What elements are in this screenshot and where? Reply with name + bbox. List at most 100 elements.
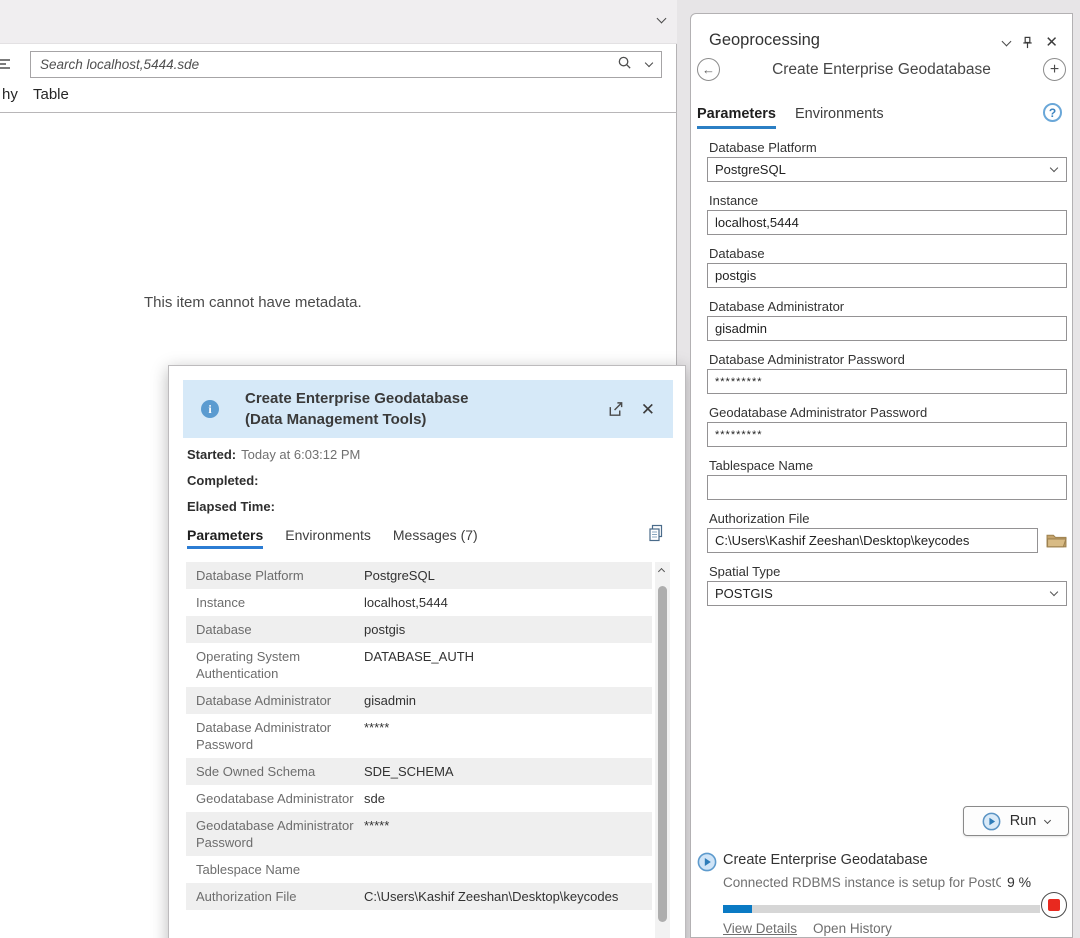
search-input[interactable]: Search localhost,5444.sde [30,51,662,78]
tool-parameters-form: Database Platform PostgreSQL Instance Da… [707,140,1067,617]
started-row: Started: Today at 6:03:12 PM [187,447,360,462]
param-value: localhost,5444 [364,594,448,611]
add-tool-button[interactable]: + [1043,58,1066,81]
progress-fill [723,905,752,913]
completed-row: Completed: [187,473,264,488]
dialog-header: i Create Enterprise Geodatabase (Data Ma… [183,380,673,438]
field-label: Database Platform [709,140,1067,155]
param-row: Geodatabase Administratorsde [186,785,652,812]
back-button[interactable]: ← [697,58,720,81]
param-label: Sde Owned Schema [196,763,364,780]
tab-table[interactable]: Table [33,86,69,103]
copy-icon[interactable] [647,524,665,547]
tab-parameters[interactable]: Parameters [697,106,776,129]
status-message: Connected RDBMS instance is setup for Po… [723,875,1001,890]
search-placeholder: Search localhost,5444.sde [40,57,617,72]
started-value: Today at 6:03:12 PM [241,447,360,462]
database-administrator-password-input[interactable] [707,369,1067,394]
scrollbar[interactable] [655,562,670,938]
authorization-file-input[interactable] [707,528,1038,553]
param-row: Operating System AuthenticationDATABASE_… [186,643,652,687]
app-window: Search localhost,5444.sde hy Table This … [0,0,1080,938]
param-value: ***** [364,719,389,736]
param-value: postgis [364,621,405,638]
param-value: DATABASE_AUTH [364,648,474,665]
search-icon[interactable] [617,55,632,75]
divider [0,112,677,113]
open-history-link[interactable]: Open History [813,921,892,936]
elapsed-label: Elapsed Time: [187,499,275,514]
param-value: PostgreSQL [364,567,435,584]
help-button[interactable]: ? [1043,103,1062,122]
param-row: Database PlatformPostgreSQL [186,562,652,589]
tab-geography-partial[interactable]: hy [2,86,18,103]
stop-button[interactable] [1041,892,1067,918]
param-label: Operating System Authentication [196,648,364,682]
field-label: Database Administrator Password [709,352,1067,367]
field-label: Database [709,246,1067,261]
back-arrow-icon: ← [702,62,715,77]
folder-browse-icon[interactable] [1046,532,1067,549]
param-value: sde [364,790,385,807]
close-icon[interactable]: ✕ [1045,35,1058,50]
param-row: Instancelocalhost,5444 [186,589,652,616]
param-label: Instance [196,594,364,611]
selected-value: POSTGIS [715,586,773,601]
param-label: Database Administrator Password [196,719,364,753]
spatial-type-select[interactable]: POSTGIS [707,581,1067,606]
selected-value: PostgreSQL [715,162,786,177]
status-play-icon [697,852,717,872]
run-button[interactable]: Run [963,806,1069,836]
param-row: Sde Owned SchemaSDE_SCHEMA [186,758,652,785]
run-label: Run [1010,813,1037,829]
tab-environments[interactable]: Environments [795,106,884,129]
scrollbar-thumb[interactable] [658,586,667,922]
parameters-table: Database PlatformPostgreSQL Instanceloca… [186,562,652,910]
started-label: Started: [187,447,236,462]
tab-messages[interactable]: Messages (7) [393,527,478,549]
tool-progress-dialog: i Create Enterprise Geodatabase (Data Ma… [168,365,686,938]
progress-bar [723,905,1040,913]
list-icon[interactable] [0,56,13,72]
param-value: SDE_SCHEMA [364,763,454,780]
pin-icon[interactable] [1021,36,1034,49]
chevron-down-icon[interactable] [1002,36,1012,46]
info-icon: i [201,400,219,418]
param-label: Database Administrator [196,692,364,709]
dialog-title: Create Enterprise Geodatabase (Data Mana… [245,388,468,430]
field-label: Database Administrator [709,299,1067,314]
close-icon[interactable]: ✕ [641,401,655,418]
plus-icon: + [1050,61,1059,79]
dialog-title-line2: (Data Management Tools) [245,409,468,430]
dialog-tabs: Parameters Environments Messages (7) [187,527,478,549]
chevron-down-icon[interactable] [645,59,653,67]
tab-environments[interactable]: Environments [285,527,371,549]
instance-input[interactable] [707,210,1067,235]
elapsed-row: Elapsed Time: [187,499,280,514]
chevron-up-icon[interactable] [658,568,665,575]
dialog-title-line1: Create Enterprise Geodatabase [245,388,468,409]
param-row: Authorization FileC:\Users\Kashif Zeesha… [186,883,652,910]
panel-tabs: Parameters Environments [697,106,884,129]
param-row: Databasepostgis [186,616,652,643]
tab-parameters[interactable]: Parameters [187,527,263,549]
database-administrator-input[interactable] [707,316,1067,341]
share-icon[interactable] [607,401,624,418]
database-input[interactable] [707,263,1067,288]
field-label: Spatial Type [709,564,1067,579]
geoprocessing-panel: Geoprocessing ✕ ← Create Enterprise Geod… [690,13,1073,938]
tool-title: Create Enterprise Geodatabase [731,61,1032,79]
panel-title: Geoprocessing [709,31,820,50]
field-label: Authorization File [709,511,1067,526]
view-details-link[interactable]: View Details [723,921,797,936]
database-platform-select[interactable]: PostgreSQL [707,157,1067,182]
tablespace-name-input[interactable] [707,475,1067,500]
param-value: C:\Users\Kashif Zeeshan\Desktop\keycodes [364,888,618,905]
geodatabase-administrator-password-input[interactable] [707,422,1067,447]
run-play-icon [982,812,1001,831]
chevron-down-icon [1050,164,1058,172]
param-row: Database Administratorgisadmin [186,687,652,714]
status-percent: 9 % [1007,874,1031,890]
stop-icon [1048,899,1060,911]
chevron-down-icon[interactable] [657,14,667,24]
